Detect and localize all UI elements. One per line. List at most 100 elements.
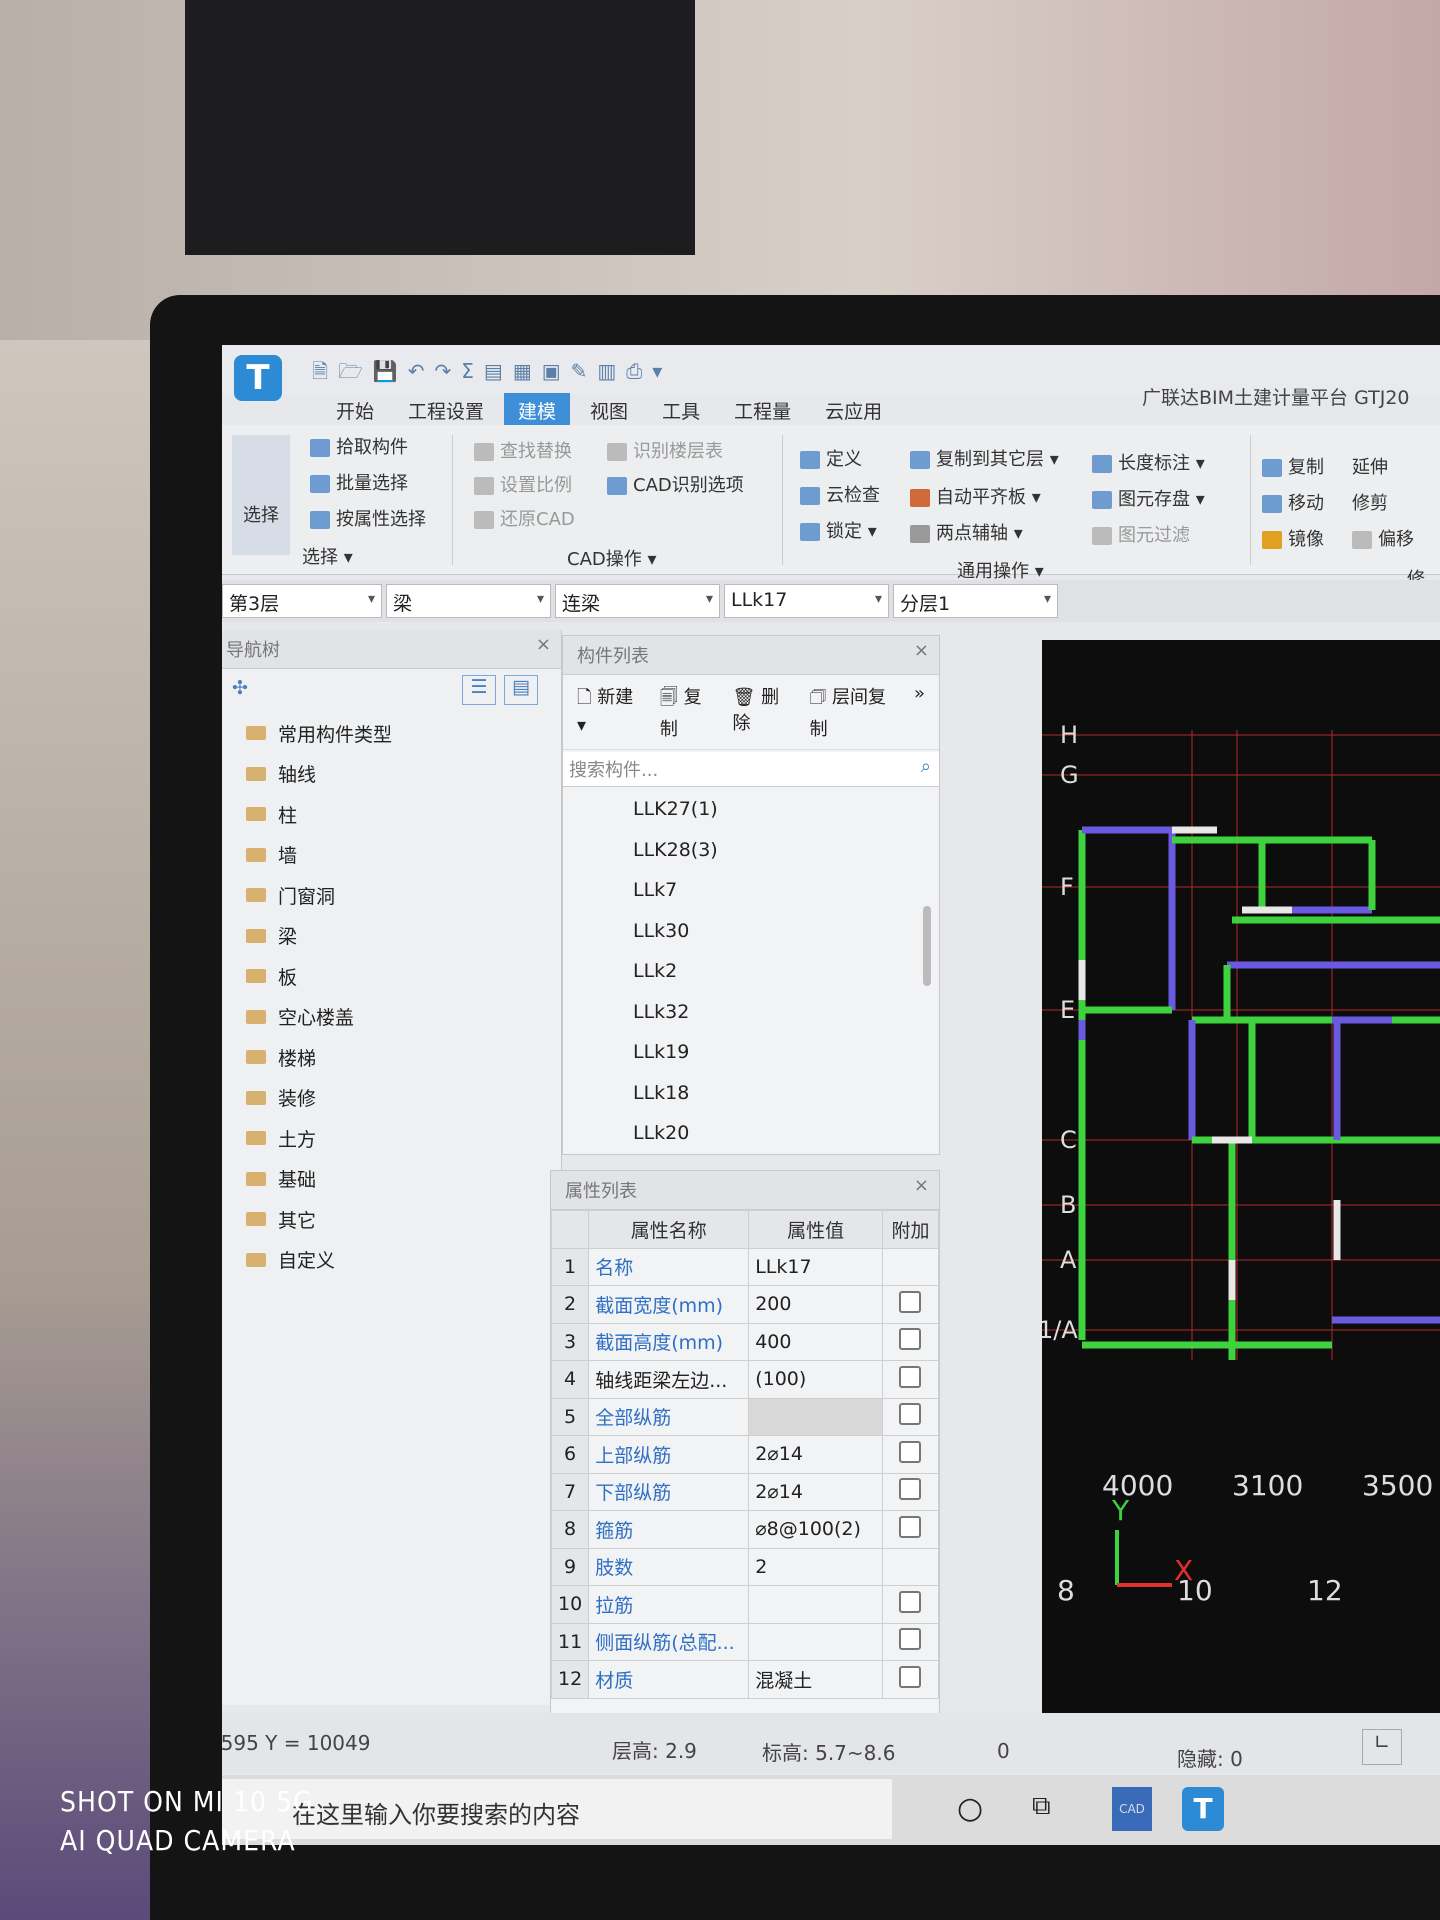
nav-item[interactable]: 梁 <box>222 916 561 957</box>
nav-item[interactable]: 空心楼盖 <box>222 997 561 1038</box>
restore-cad-button[interactable]: 还原CAD <box>474 505 575 531</box>
add-checkbox[interactable] <box>899 1290 922 1313</box>
scrollbar[interactable] <box>923 906 931 986</box>
copy-button[interactable]: 复制 <box>1262 453 1324 479</box>
component-select[interactable]: LLk17 <box>724 584 889 618</box>
property-value[interactable]: 混凝土 <box>748 1660 883 1699</box>
subtype-select[interactable]: 连梁 <box>555 584 720 618</box>
tab-4[interactable]: 工具 <box>648 393 714 428</box>
layer-select[interactable]: 分层1 <box>893 584 1058 618</box>
component-item[interactable]: LLK28(3) <box>563 830 939 871</box>
property-row[interactable]: 11 侧面纵筋(总配... <box>551 1622 939 1661</box>
set-scale-button[interactable]: 设置比例 <box>474 471 572 497</box>
tree-view-icon[interactable]: ▤ <box>504 675 538 705</box>
nav-item[interactable]: 门窗洞 <box>222 875 561 916</box>
component-item[interactable]: LLk2 <box>563 951 939 992</box>
tab-3[interactable]: 视图 <box>576 393 642 428</box>
property-row[interactable]: 4 轴线距梁左边... (100) <box>551 1360 939 1399</box>
component-item[interactable]: LLk32 <box>563 992 939 1033</box>
floor-select[interactable]: 第3层 <box>222 584 382 618</box>
close-icon[interactable]: × <box>914 1175 929 1196</box>
nav-item[interactable]: 基础 <box>222 1159 561 1200</box>
type-select[interactable]: 梁 <box>386 584 551 618</box>
mirror-button[interactable]: 镜像 <box>1262 525 1324 551</box>
component-item[interactable]: LLk18 <box>563 1073 939 1114</box>
property-value[interactable]: 2 <box>748 1547 883 1586</box>
component-item[interactable]: LLk19 <box>563 1032 939 1073</box>
property-row[interactable]: 7 下部纵筋 2⌀14 <box>551 1472 939 1511</box>
new-button[interactable]: 🗋 新建 ▾ <box>577 683 642 741</box>
property-value[interactable]: 400 <box>748 1322 883 1361</box>
add-checkbox[interactable] <box>899 1590 922 1613</box>
property-value[interactable]: 200 <box>748 1285 883 1324</box>
nav-item[interactable]: 楼梯 <box>222 1037 561 1078</box>
more-icon[interactable]: » <box>914 683 925 741</box>
property-value[interactable]: 2⌀14 <box>748 1472 883 1511</box>
tab-2[interactable]: 建模 <box>504 393 571 428</box>
copy-to-floor-button[interactable]: 复制到其它层 ▾ <box>910 445 1059 471</box>
property-row[interactable]: 2 截面宽度(mm) 200 <box>551 1285 939 1324</box>
add-checkbox[interactable] <box>899 1478 922 1501</box>
property-row[interactable]: 10 拉筋 <box>551 1585 939 1624</box>
cad-app-icon[interactable]: CAD <box>1112 1787 1152 1831</box>
close-icon[interactable]: × <box>914 640 929 661</box>
tab-0[interactable]: 开始 <box>322 393 388 428</box>
cad-options-button[interactable]: CAD识别选项 <box>607 471 744 497</box>
add-checkbox[interactable] <box>899 1440 922 1463</box>
length-dim-button[interactable]: 长度标注 ▾ <box>1092 449 1205 475</box>
filter-button[interactable]: 图元过滤 <box>1092 521 1190 547</box>
property-row[interactable]: 3 截面高度(mm) 400 <box>551 1322 939 1361</box>
auto-align-slab-button[interactable]: 自动平齐板 ▾ <box>910 483 1041 509</box>
property-row[interactable]: 9 肢数 2 <box>551 1547 939 1586</box>
tab-6[interactable]: 云应用 <box>811 393 896 428</box>
define-button[interactable]: 定义 <box>800 445 862 471</box>
property-row[interactable]: 12 材质 混凝土 <box>551 1660 939 1699</box>
tab-1[interactable]: 工程设置 <box>394 393 498 428</box>
cloud-check-button[interactable]: 云检查 <box>800 481 880 507</box>
property-value[interactable] <box>748 1585 883 1624</box>
property-value[interactable]: LLk17 <box>748 1247 883 1286</box>
two-point-axis-button[interactable]: 两点辅轴 ▾ <box>910 519 1023 545</box>
nav-item[interactable]: 土方 <box>222 1118 561 1159</box>
nav-item[interactable]: 装修 <box>222 1078 561 1119</box>
component-item[interactable]: LLk20 <box>563 1113 939 1154</box>
add-checkbox[interactable] <box>899 1403 922 1426</box>
property-value[interactable]: ⌀8@100(2) <box>748 1510 883 1549</box>
batch-select-button[interactable]: 批量选择 <box>310 469 408 495</box>
drawing-canvas[interactable]: H G F E C B A 1/A 4000 3100 3500 8 10 12 Y X <box>1042 640 1440 1735</box>
task-view-icon[interactable]: ⧉ <box>1032 1791 1051 1822</box>
nav-item[interactable]: 轴线 <box>222 754 561 795</box>
group-cad[interactable]: CAD操作 ▾ <box>567 545 657 571</box>
offset-button[interactable]: 偏移 <box>1352 525 1414 551</box>
add-checkbox[interactable] <box>899 1628 922 1651</box>
identify-floor-table-button[interactable]: 识别楼层表 <box>607 437 723 463</box>
group-select[interactable]: 选择 ▾ <box>302 543 353 569</box>
property-row[interactable]: 5 全部纵筋 <box>551 1397 939 1436</box>
save-elements-button[interactable]: 图元存盘 ▾ <box>1092 485 1205 511</box>
pin-icon[interactable]: ✣ <box>232 677 248 699</box>
component-item[interactable]: LLK27(1) <box>563 789 939 830</box>
app-logo[interactable]: T <box>234 355 282 401</box>
nav-item[interactable]: 墙 <box>222 835 561 876</box>
close-icon[interactable]: × <box>536 634 551 655</box>
search-icon[interactable]: ⌕ <box>921 756 931 777</box>
delete-button[interactable]: 🗑 删除 <box>733 683 792 741</box>
add-checkbox[interactable] <box>899 1365 922 1388</box>
property-row[interactable]: 1 名称 LLk17 <box>551 1247 939 1286</box>
property-value[interactable] <box>748 1622 883 1661</box>
nav-item[interactable]: 常用构件类型 <box>222 713 561 754</box>
extend-button[interactable]: 延伸 <box>1352 453 1388 479</box>
gtj-app-icon[interactable]: T <box>1182 1787 1224 1831</box>
taskbar-search[interactable]: 在这里输入你要搜索的内容 <box>222 1779 892 1839</box>
property-row[interactable]: 8 箍筋 ⌀8@100(2) <box>551 1510 939 1549</box>
trim-button[interactable]: 修剪 <box>1352 489 1388 515</box>
cortana-icon[interactable]: ○ <box>957 1791 983 1826</box>
nav-item[interactable]: 其它 <box>222 1199 561 1240</box>
nav-item[interactable]: 自定义 <box>222 1240 561 1281</box>
select-by-attr-button[interactable]: 按属性选择 <box>310 505 426 531</box>
lock-button[interactable]: 锁定 ▾ <box>800 517 877 543</box>
component-item[interactable]: LLk7 <box>563 870 939 911</box>
ortho-icon[interactable]: ∟ <box>1362 1729 1402 1765</box>
find-replace-button[interactable]: 查找替换 <box>474 437 572 463</box>
property-value[interactable] <box>748 1397 883 1436</box>
